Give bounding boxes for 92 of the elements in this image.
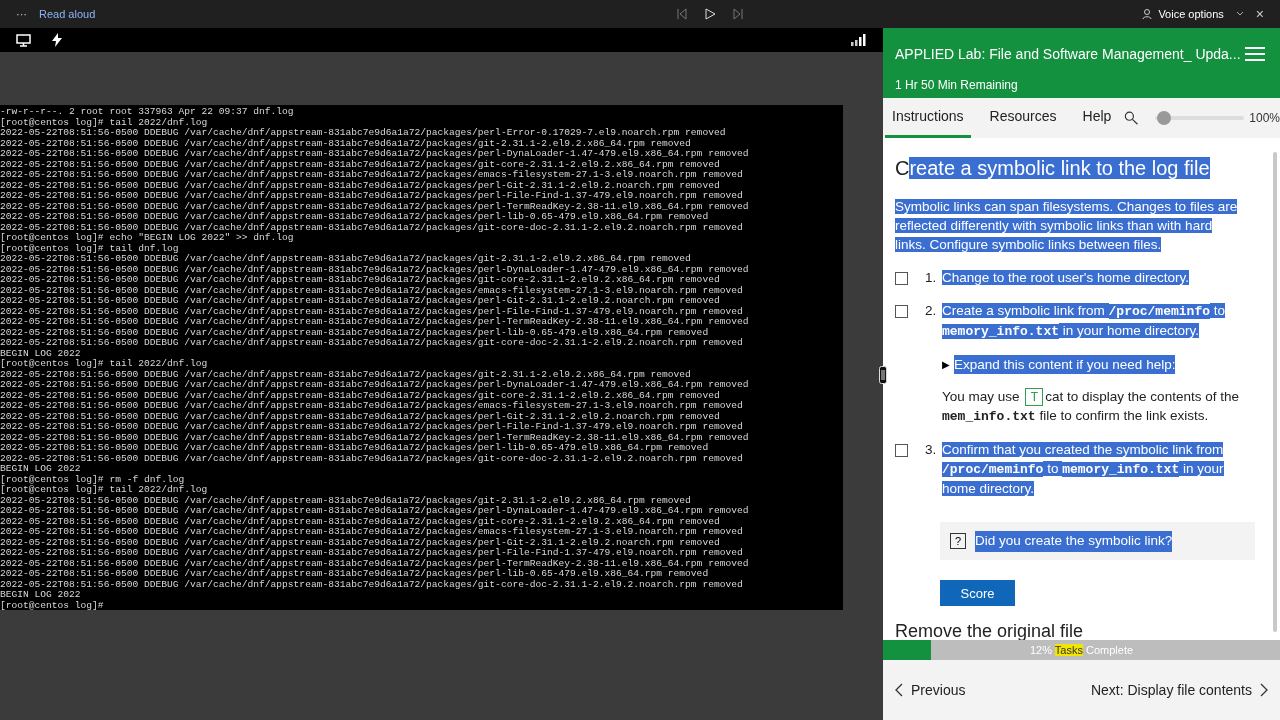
tab[interactable]: Instructions [885,98,971,138]
terminal-line: [root@centos log]# echo "BEGIN LOG 2022" >> dnf.log [0,233,294,244]
terminal-line: BEGIN LOG 2022 [0,590,81,601]
terminal-line: 2022-05-22T08:51:56-0500 DDEBUG /var/cache/dnf/appstream-831abc7e9d6a1a72/packages/perl-Git-2.31.1-2.el9.2.noarch.rpm removed [0,296,720,307]
terminal-line: 2022-05-22T08:51:56-0500 DDEBUG /var/cache/dnf/appstream-831abc7e9d6a1a72/packages/perl-File-Find-1.37-479.el9.noarch.rpm removed [0,548,743,559]
terminal-line: [root@centos log]# tail dnf.log [0,243,179,254]
terminal-line: 2022-05-22T08:51:56-0500 DDEBUG /var/cache/dnf/appstream-831abc7e9d6a1a72/packages/perl-DynaLoader-1.47-479.el9.x86_64.rpm removed [0,264,749,275]
terminal-line: 2022-05-22T08:51:56-0500 DDEBUG /var/cache/dnf/appstream-831abc7e9d6a1a72/packages/perl-lib-0.65-479.el9.x86_64.rpm removed [0,327,709,338]
terminal-line: 2022-05-22T08:51:56-0500 DDEBUG /var/cache/dnf/appstream-831abc7e9d6a1a72/packages/perl-File-Find-1.37-479.el9.noarch.rpm removed [0,191,743,202]
search-icon[interactable] [1124,110,1139,126]
terminal-line: 2022-05-22T08:51:56-0500 DDEBUG /var/cache/dnf/appstream-831abc7e9d6a1a72/packages/git-2.31.1-2.el9.2.x86_64.rpm removed [0,138,691,149]
step-text: Create a symbolic link from /proc/meminfo to memory_info.txt in your home directory. [942,302,1226,341]
terminal-line: 2022-05-22T08:51:56-0500 DDEBUG /var/cache/dnf/appstream-831abc7e9d6a1a72/packages/perl-File-Find-1.37-479.el9.noarch.rpm removed [0,422,743,433]
terminal-line: 2022-05-22T08:51:56-0500 DDEBUG /var/cache/dnf/appstream-831abc7e9d6a1a72/packages/perl-TermReadKey-2.38-11.el9.x86_64.rpm removed [0,432,749,443]
zoom-reading: 100% [1249,110,1280,127]
terminal-line: 2022-05-22T08:51:56-0500 DDEBUG /var/cache/dnf/appstream-831abc7e9d6a1a72/packages/perl-File-Find-1.37-479.el9.noarch.rpm removed [0,306,743,317]
step-checkbox[interactable] [895,272,908,285]
terminal-line: 2022-05-22T08:51:56-0500 DDEBUG /var/cache/dnf/appstream-831abc7e9d6a1a72/packages/emacs-filesystem-27.1-3.el9.noarch.rpm removed [0,285,743,296]
terminal-line: 2022-05-22T08:51:56-0500 DDEBUG /var/cache/dnf/appstream-831abc7e9d6a1a72/packages/perl-DynaLoader-1.47-479.el9.x86_64.rpm removed [0,506,749,517]
terminal-line: 2022-05-22T08:51:56-0500 DDEBUG /var/cache/dnf/appstream-831abc7e9d6a1a72/packages/emacs-filesystem-27.1-3.el9.noarch.rpm removed [0,170,743,181]
zoom-slider[interactable] [1154,111,1245,125]
read-aloud-label[interactable]: Read aloud [39,5,96,23]
terminal-line: 2022-05-22T08:51:56-0500 DDEBUG /var/cache/dnf/appstream-831abc7e9d6a1a72/packages/git-2.31.1-2.el9.2.x86_64.rpm removed [0,495,691,506]
chevron-down-icon[interactable] [1235,10,1244,18]
terminal-line: [root@centos log]# rm -f dnf.log [0,474,185,485]
step-text: Confirm that you created the symbolic link from /proc/meminfo to memory_info.txt in your home directory. [942,441,1225,499]
terminal-line: -rw-r--r--. 2 root root 337963 Apr 22 09:37 dnf.log [0,107,294,118]
terminal-line: 2022-05-22T08:51:56-0500 DDEBUG /var/cache/dnf/appstream-831abc7e9d6a1a72/packages/perl-lib-0.65-479.el9.x86_64.rpm removed [0,569,709,580]
terminal-line: 2022-05-22T08:51:56-0500 DDEBUG /var/cache/dnf/appstream-831abc7e9d6a1a72/packages/perl-Error-0.17029-7.el9.noarch.rpm removed [0,128,726,139]
terminal-line: 2022-05-22T08:51:56-0500 DDEBUG /var/cache/dnf/appstream-831abc7e9d6a1a72/packages/git-core-doc-2.31.1-2.el9.2.noarch.rpm removed [0,222,743,233]
scrollbar[interactable] [1273,152,1277,632]
lab-title: APPLIED Lab: File and Software Management_ Upda... [895,45,1241,64]
terminal-line: 2022-05-22T08:51:56-0500 DDEBUG /var/cache/dnf/appstream-831abc7e9d6a1a72/packages/git-core-2.31.1-2.el9.2.x86_64.rpm removed [0,159,720,170]
terminal-line: 2022-05-22T08:51:56-0500 DDEBUG /var/cache/dnf/appstream-831abc7e9d6a1a72/packages/perl-lib-0.65-479.el9.x86_64.rpm removed [0,443,709,454]
step-number: 1. [925,269,938,287]
terminal-line: [root@centos log]# tail 2022/dnf.log [0,359,208,370]
question-icon: ? [950,533,966,550]
skip-back-icon[interactable] [675,8,688,20]
lightning-icon[interactable] [51,33,63,47]
terminal-line: 2022-05-22T08:51:56-0500 DDEBUG /var/cache/dnf/appstream-831abc7e9d6a1a72/packages/git-core-2.31.1-2.el9.2.x86_64.rpm removed [0,275,720,286]
section-heading: Create a symbolic link to the log file [895,156,1210,181]
splitter-handle-icon[interactable] [879,366,887,384]
step-number: 3. [925,441,938,460]
step-number: 2. [925,302,938,320]
monitor-icon[interactable] [16,33,31,47]
signal-icon [851,34,867,46]
help-text: You may use T cat to display the contents of the mem_info.txt file to confirm the link exists. [942,387,1240,427]
terminal-line: 2022-05-22T08:51:56-0500 DDEBUG /var/cache/dnf/appstream-831abc7e9d6a1a72/packages/perl-Git-2.31.1-2.el9.2.noarch.rpm removed [0,411,720,422]
menu-icon[interactable] [1245,47,1265,61]
terminal-line: 2022-05-22T08:51:56-0500 DDEBUG /var/cache/dnf/appstream-831abc7e9d6a1a72/packages/emacs-filesystem-27.1-3.el9.noarch.rpm removed [0,527,743,538]
person-icon [1142,8,1155,20]
skip-forward-icon[interactable] [731,8,744,20]
step-checkbox[interactable] [895,305,908,318]
terminal-line: 2022-05-22T08:51:56-0500 DDEBUG /var/cache/dnf/appstream-831abc7e9d6a1a72/packages/perl-Git-2.31.1-2.el9.2.noarch.rpm removed [0,537,720,548]
terminal-line: 2022-05-22T08:51:56-0500 DDEBUG /var/cache/dnf/appstream-831abc7e9d6a1a72/packages/perl-DynaLoader-1.47-479.el9.x86_64.rpm removed [0,380,749,391]
next-button[interactable]: Next: Display file contents [1090,679,1268,701]
terminal-line: 2022-05-22T08:51:56-0500 DDEBUG /var/cache/dnf/appstream-831abc7e9d6a1a72/packages/emacs-filesystem-27.1-3.el9.noarch.rpm removed [0,401,743,412]
chevron-right-icon [1260,683,1268,697]
terminal-line: 2022-05-22T08:51:56-0500 DDEBUG /var/cache/dnf/appstream-831abc7e9d6a1a72/packages/perl-TermReadKey-2.38-11.el9.x86_64.rpm removed [0,558,749,569]
question-text: Did you create the symbolic link? [975,531,1173,552]
voice-options-button[interactable]: Voice options [1142,5,1224,23]
terminal-line: [root@centos log]# [0,600,104,610]
close-button[interactable]: × [1255,3,1264,25]
score-button[interactable]: Score [940,580,1015,607]
time-remaining: 1 Hr 50 Min Remaining [895,77,1018,94]
terminal-line: 2022-05-22T08:51:56-0500 DDEBUG /var/cache/dnf/appstream-831abc7e9d6a1a72/packages/git-core-2.31.1-2.el9.2.x86_64.rpm removed [0,516,720,527]
terminal-line: [root@centos log]# tail 2022/dnf.log [0,485,208,496]
terminal-line: 2022-05-22T08:51:56-0500 DDEBUG /var/cache/dnf/appstream-831abc7e9d6a1a72/packages/perl-lib-0.65-479.el9.x86_64.rpm removed [0,212,709,223]
terminal-line: BEGIN LOG 2022 [0,348,81,359]
more-icon[interactable]: ··· [16,5,27,23]
terminal-line: 2022-05-22T08:51:56-0500 DDEBUG /var/cache/dnf/appstream-831abc7e9d6a1a72/packages/perl-DynaLoader-1.47-479.el9.x86_64.rpm removed [0,149,749,160]
play-icon[interactable] [703,8,716,20]
tab[interactable]: Help [1075,98,1119,138]
previous-button[interactable]: Previous [895,679,966,701]
step-checkbox[interactable] [895,444,908,458]
terminal-line: [root@centos log]# tail 2022/dnf.log [0,117,208,128]
step-text: Change to the root user's home directory. [942,269,1190,287]
terminal-line: 2022-05-22T08:51:56-0500 DDEBUG /var/cache/dnf/appstream-831abc7e9d6a1a72/packages/git-core-doc-2.31.1-2.el9.2.noarch.rpm removed [0,338,743,349]
terminal-line: 2022-05-22T08:51:56-0500 DDEBUG /var/cache/dnf/appstream-831abc7e9d6a1a72/packages/git-core-doc-2.31.1-2.el9.2.noarch.rpm removed [0,453,743,464]
terminal-line: 2022-05-22T08:51:56-0500 DDEBUG /var/cache/dnf/appstream-831abc7e9d6a1a72/packages/perl-TermReadKey-2.38-11.el9.x86_64.rpm removed [0,201,749,212]
progress-text: 12% Tasks Complete [1029,642,1134,658]
terminal-line: BEGIN LOG 2022 [0,464,81,475]
terminal-line: 2022-05-22T08:51:56-0500 DDEBUG /var/cache/dnf/appstream-831abc7e9d6a1a72/packages/git-2.31.1-2.el9.2.x86_64.rpm removed [0,254,691,265]
slider-thumb[interactable] [1157,111,1172,125]
terminal-line: 2022-05-22T08:51:56-0500 DDEBUG /var/cache/dnf/appstream-831abc7e9d6a1a72/packages/perl-Git-2.31.1-2.el9.2.noarch.rpm removed [0,180,720,191]
terminal-line: 2022-05-22T08:51:56-0500 DDEBUG /var/cache/dnf/appstream-831abc7e9d6a1a72/packages/git-core-2.31.1-2.el9.2.x86_64.rpm removed [0,390,720,401]
terminal-line: 2022-05-22T08:51:56-0500 DDEBUG /var/cache/dnf/appstream-831abc7e9d6a1a72/packages/git-2.31.1-2.el9.2.x86_64.rpm removed [0,369,691,380]
intro-paragraph: Symbolic links can span filesystems. Changes to files are reflected differently with symbolic links than with hard links. Configure symbolic links between files. [895,198,1239,254]
terminal-line: 2022-05-22T08:51:56-0500 DDEBUG /var/cache/dnf/appstream-831abc7e9d6a1a72/packages/perl-TermReadKey-2.38-11.el9.x86_64.rpm removed [0,317,749,328]
terminal-line: 2022-05-22T08:51:56-0500 DDEBUG /var/cache/dnf/appstream-831abc7e9d6a1a72/packages/git-core-doc-2.31.1-2.el9.2.noarch.rpm removed [0,579,743,590]
tab[interactable]: Resources [982,98,1064,138]
chevron-left-icon [895,683,903,697]
